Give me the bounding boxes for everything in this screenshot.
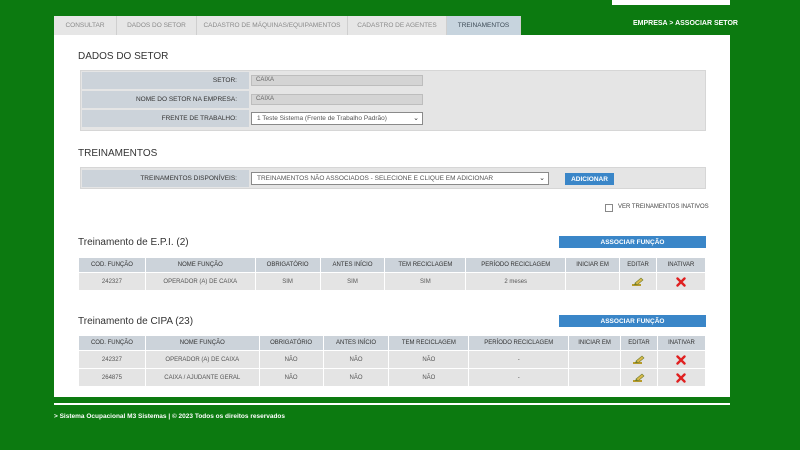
tab-dados-do-setor[interactable]: DADOS DO SETOR (117, 16, 197, 35)
cell-nome: CAIXA / AJUDANTE GERAL (144, 368, 260, 387)
cell-reciclagem: SIM (384, 272, 467, 291)
red-x-icon[interactable] (676, 372, 687, 383)
cell-cod: 242327 (78, 272, 146, 291)
footer-text: > Sistema Ocupacional M3 Sistemas | © 20… (54, 413, 286, 420)
treinamentos-disponiveis-value: TREINAMENTOS NÃO ASSOCIADOS - SELECIONE … (257, 175, 494, 182)
treinamentos-form: TREINAMENTOS DISPONÍVEIS: TREINAMENTOS N… (80, 167, 706, 189)
cell-antes: NÃO (322, 368, 390, 387)
cell-nome: OPERADOR (A) DE CAIXA (144, 272, 256, 291)
ver-inativos-label: VER TREINAMENTOS INATIVOS (618, 204, 709, 210)
cell-editar (619, 272, 657, 291)
table-row: 242327 OPERADOR (A) DE CAIXA NÃO NÃO NÃO… (78, 350, 707, 369)
edit-pencil-icon[interactable] (632, 373, 645, 383)
col-antes-inicio: ANTES INÍCIO (319, 257, 386, 273)
associar-funcao-cipa-button[interactable]: ASSOCIAR FUNÇÃO (559, 315, 706, 327)
setor-field[interactable]: CAIXA (251, 75, 423, 86)
cell-antes: NÃO (322, 350, 390, 369)
dados-setor-form: SETOR: CAIXA NOME DO SETOR NA EMPRESA: C… (80, 70, 706, 131)
cipa-group-title: Treinamento de CIPA (23) (78, 316, 194, 327)
nome-setor-label: NOME DO SETOR NA EMPRESA: (82, 91, 249, 108)
col-cod-funcao: COD. FUNÇÃO (78, 257, 146, 273)
col-inativar: INATIVAR (655, 257, 707, 273)
epi-table-header: COD. FUNÇÃO NOME FUNÇÃO OBRIGATÓRIO ANTE… (78, 257, 707, 273)
cell-cod: 264875 (78, 368, 146, 387)
col-iniciar-em: INICIAR EM (565, 257, 621, 273)
cell-obrigatorio: NÃO (258, 350, 324, 369)
associar-funcao-epi-button[interactable]: ASSOCIAR FUNÇÃO (559, 236, 706, 248)
edit-pencil-icon[interactable] (632, 355, 645, 365)
section-title-dados-setor: DADOS DO SETOR (78, 51, 169, 62)
col-periodo-reciclagem: PERÍODO RECICLAGEM (465, 257, 567, 273)
table-row: 264875 CAIXA / AJUDANTE GERAL NÃO NÃO NÃ… (78, 368, 707, 387)
col-nome-funcao: NOME FUNÇÃO (144, 335, 260, 351)
ver-inativos-checkbox[interactable] (605, 204, 613, 212)
cell-iniciar (568, 368, 622, 387)
row-frente-trabalho: FRENTE DE TRABALHO: 1 Teste Sistema (Fre… (81, 110, 705, 128)
cell-iniciar (568, 350, 622, 369)
cell-periodo: - (468, 368, 570, 387)
col-periodo-reciclagem: PERÍODO RECICLAGEM (468, 335, 570, 351)
edit-pencil-icon[interactable] (632, 277, 644, 287)
chevron-down-icon: ⌄ (413, 115, 419, 122)
red-x-icon[interactable] (676, 354, 687, 365)
cell-cod: 242327 (78, 350, 146, 369)
frente-trabalho-value: 1 Teste Sistema (Frente de Trabalho Padr… (257, 115, 387, 122)
treinamentos-disponiveis-select[interactable]: TREINAMENTOS NÃO ASSOCIADOS - SELECIONE … (251, 172, 549, 185)
breadcrumb: EMPRESA > ASSOCIAR SETOR (633, 20, 738, 27)
cell-obrigatorio: NÃO (258, 368, 324, 387)
tab-consultar[interactable]: CONSULTAR (54, 16, 117, 35)
nome-setor-field[interactable]: CAIXA (251, 94, 423, 105)
col-editar: EDITAR (619, 257, 657, 273)
content-panel: DADOS DO SETOR SETOR: CAIXA NOME DO SETO… (54, 35, 730, 397)
cell-nome: OPERADOR (A) DE CAIXA (144, 350, 260, 369)
col-cod-funcao: COD. FUNÇÃO (78, 335, 146, 351)
col-nome-funcao: NOME FUNÇÃO (144, 257, 256, 273)
chevron-down-icon: ⌄ (539, 175, 545, 182)
cell-antes: SIM (319, 272, 386, 291)
cell-iniciar (565, 272, 621, 291)
col-tem-reciclagem: TEM RECICLAGEM (384, 257, 467, 273)
treinamentos-disponiveis-label: TREINAMENTOS DISPONÍVEIS: (82, 170, 249, 187)
frente-trabalho-label: FRENTE DE TRABALHO: (82, 110, 249, 127)
cell-periodo: - (468, 350, 570, 369)
tab-cadastro-maquinas[interactable]: CADASTRO DE MÁQUINAS/EQUIPAMENTOS (197, 16, 348, 35)
col-editar: EDITAR (620, 335, 658, 351)
cipa-table: COD. FUNÇÃO NOME FUNÇÃO OBRIGATÓRIO ANTE… (78, 335, 707, 387)
cell-inativar (655, 272, 707, 291)
col-antes-inicio: ANTES INÍCIO (322, 335, 390, 351)
epi-table: COD. FUNÇÃO NOME FUNÇÃO OBRIGATÓRIO ANTE… (78, 257, 707, 291)
col-inativar: INATIVAR (656, 335, 707, 351)
tab-treinamentos[interactable]: TREINAMENTOS (447, 16, 521, 35)
top-search-area (612, 0, 730, 5)
cell-editar (620, 368, 658, 387)
epi-group-title: Treinamento de E.P.I. (2) (78, 237, 189, 248)
cell-inativar (656, 350, 707, 369)
col-obrigatorio: OBRIGATÓRIO (254, 257, 321, 273)
cipa-table-header: COD. FUNÇÃO NOME FUNÇÃO OBRIGATÓRIO ANTE… (78, 335, 707, 351)
red-x-icon[interactable] (676, 276, 686, 287)
col-iniciar-em: INICIAR EM (568, 335, 622, 351)
footer-divider (54, 403, 730, 405)
frente-trabalho-select[interactable]: 1 Teste Sistema (Frente de Trabalho Padr… (251, 112, 423, 125)
row-setor: SETOR: CAIXA (81, 72, 705, 90)
cell-reciclagem: NÃO (388, 368, 470, 387)
row-nome-setor: NOME DO SETOR NA EMPRESA: CAIXA (81, 91, 705, 109)
cell-reciclagem: NÃO (388, 350, 470, 369)
setor-label: SETOR: (82, 72, 249, 89)
cell-inativar (656, 368, 707, 387)
section-title-treinamentos: TREINAMENTOS (78, 148, 158, 159)
cell-periodo: 2 meses (465, 272, 567, 291)
cell-editar (620, 350, 658, 369)
col-tem-reciclagem: TEM RECICLAGEM (388, 335, 470, 351)
col-obrigatorio: OBRIGATÓRIO (258, 335, 324, 351)
tab-bar: CONSULTAR DADOS DO SETOR CADASTRO DE MÁQ… (54, 16, 521, 35)
table-row: 242327 OPERADOR (A) DE CAIXA SIM SIM SIM… (78, 272, 707, 291)
adicionar-button[interactable]: ADICIONAR (565, 173, 614, 185)
cell-obrigatorio: SIM (254, 272, 321, 291)
tab-cadastro-agentes[interactable]: CADASTRO DE AGENTES (348, 16, 447, 35)
